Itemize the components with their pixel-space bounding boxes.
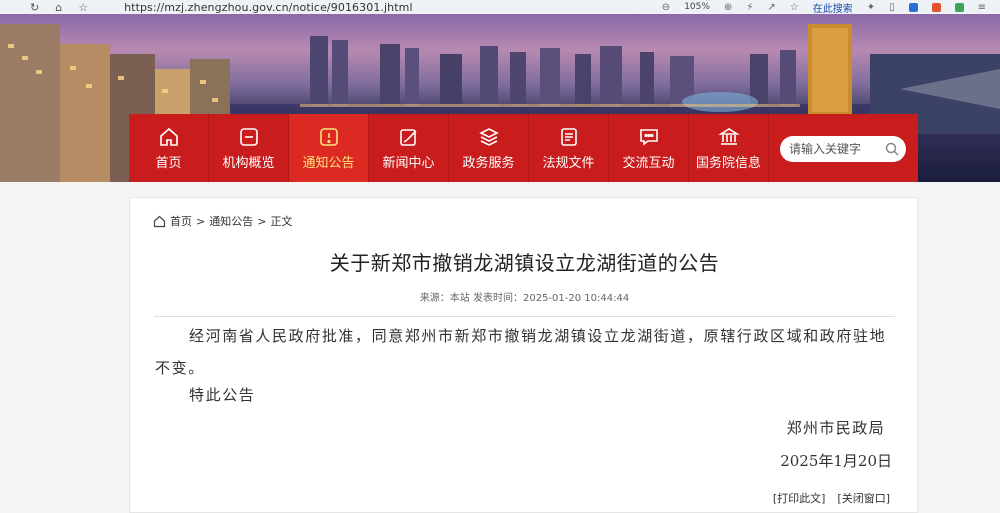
- nav-item-regulations[interactable]: 法规文件: [529, 114, 609, 182]
- article-meta: 来源：本站 发表时间：2025-01-20 10:44:44: [419, 293, 630, 304]
- home-icon: [158, 126, 180, 148]
- extension-icon[interactable]: ✦: [867, 2, 875, 13]
- nav-item-service[interactable]: 政务服务: [449, 114, 529, 182]
- article-paragraph: 特此公告: [189, 386, 256, 404]
- nav-item-label: 交流互动: [622, 155, 675, 171]
- chat-icon: [638, 126, 660, 148]
- nav-item-notice[interactable]: 通知公告: [289, 114, 369, 182]
- phone-icon[interactable]: ▯: [889, 2, 895, 13]
- search-input[interactable]: [789, 142, 881, 156]
- search-here-link[interactable]: 在此搜索: [813, 0, 853, 15]
- nav-item-institution[interactable]: 机构概览: [209, 114, 289, 182]
- extension-orange-icon[interactable]: [931, 2, 941, 12]
- nav-item-label: 新闻中心: [382, 155, 435, 171]
- breadcrumb-current: 正文: [270, 215, 293, 228]
- signature-date: 2025年1月20日: [780, 452, 892, 470]
- nav-item-label: 首页: [155, 155, 182, 171]
- browser-toolbar: ↻ ⌂ ☆ https://mzj.zhengzhou.gov.cn/notic…: [0, 0, 1000, 14]
- extension-blue-icon[interactable]: [908, 2, 918, 12]
- state-council-icon: [717, 126, 740, 148]
- breadcrumb-section[interactable]: 通知公告: [209, 213, 253, 229]
- star-icon[interactable]: ☆: [78, 1, 88, 14]
- nav-item-label: 通知公告: [302, 155, 355, 171]
- article-container: 首页 > 通知公告 > 正文 关于新郑市撤销龙湖镇设立龙湖街道的公告 来源：本站…: [129, 197, 918, 513]
- lightning-icon[interactable]: ⚡: [746, 2, 753, 13]
- address-bar[interactable]: https://mzj.zhengzhou.gov.cn/notice/9016…: [124, 1, 413, 14]
- home-icon[interactable]: ⌂: [55, 1, 62, 14]
- nav-item-label: 国务院信息: [695, 155, 761, 171]
- document-icon: [558, 126, 580, 148]
- home-icon: [153, 215, 166, 228]
- share-icon[interactable]: ↗: [767, 2, 775, 13]
- breadcrumb-separator: >: [196, 214, 206, 228]
- nav-item-label: 机构概览: [222, 155, 275, 171]
- article-actions: [打印此文] [关闭窗口]: [773, 490, 890, 506]
- close-window-button[interactable]: [关闭窗口]: [837, 490, 890, 506]
- zoom-out-icon[interactable]: ⊖: [662, 2, 670, 13]
- nav-item-news[interactable]: 新闻中心: [369, 114, 449, 182]
- refresh-icon[interactable]: ↻: [30, 1, 39, 14]
- nav-item-home[interactable]: 首页: [129, 114, 209, 182]
- notice-icon: [318, 126, 340, 148]
- extension-green-icon[interactable]: [954, 2, 964, 12]
- breadcrumb-separator: >: [257, 214, 267, 228]
- nav-item-state-council[interactable]: 国务院信息: [689, 114, 769, 182]
- zoom-in-icon[interactable]: ⊕: [724, 2, 732, 13]
- breadcrumb-home[interactable]: 首页: [170, 213, 192, 229]
- news-icon: [398, 126, 420, 148]
- site-search: [780, 136, 906, 162]
- breadcrumb: 首页 > 通知公告 > 正文: [153, 213, 292, 229]
- menu-icon[interactable]: ≡: [978, 2, 986, 13]
- nav-item-interaction[interactable]: 交流互动: [609, 114, 689, 182]
- article-paragraph: 经河南省人民政府批准，同意郑州市新郑市撤销龙湖镇设立龙湖街道，原辖行政区域和政府…: [155, 327, 887, 377]
- browser-nav-buttons: ↻ ⌂ ☆: [0, 1, 88, 14]
- browser-right-tools: ⊖ 105% ⊕ ⚡ ↗ ☆ 在此搜索 ✦ ▯ ≡: [662, 0, 1000, 15]
- print-button[interactable]: [打印此文]: [773, 490, 826, 506]
- institution-icon: [238, 126, 260, 148]
- service-icon: [478, 126, 500, 148]
- search-icon[interactable]: [884, 141, 900, 157]
- article-title: 关于新郑市撤销龙湖镇设立龙湖街道的公告: [329, 251, 720, 275]
- zoom-level: 105%: [684, 2, 710, 12]
- bookmark-icon[interactable]: ☆: [790, 2, 799, 13]
- title-divider: [154, 316, 895, 317]
- nav-item-label: 政务服务: [462, 155, 515, 171]
- signature-org: 郑州市民政局: [786, 419, 885, 437]
- nav-item-label: 法规文件: [542, 155, 595, 171]
